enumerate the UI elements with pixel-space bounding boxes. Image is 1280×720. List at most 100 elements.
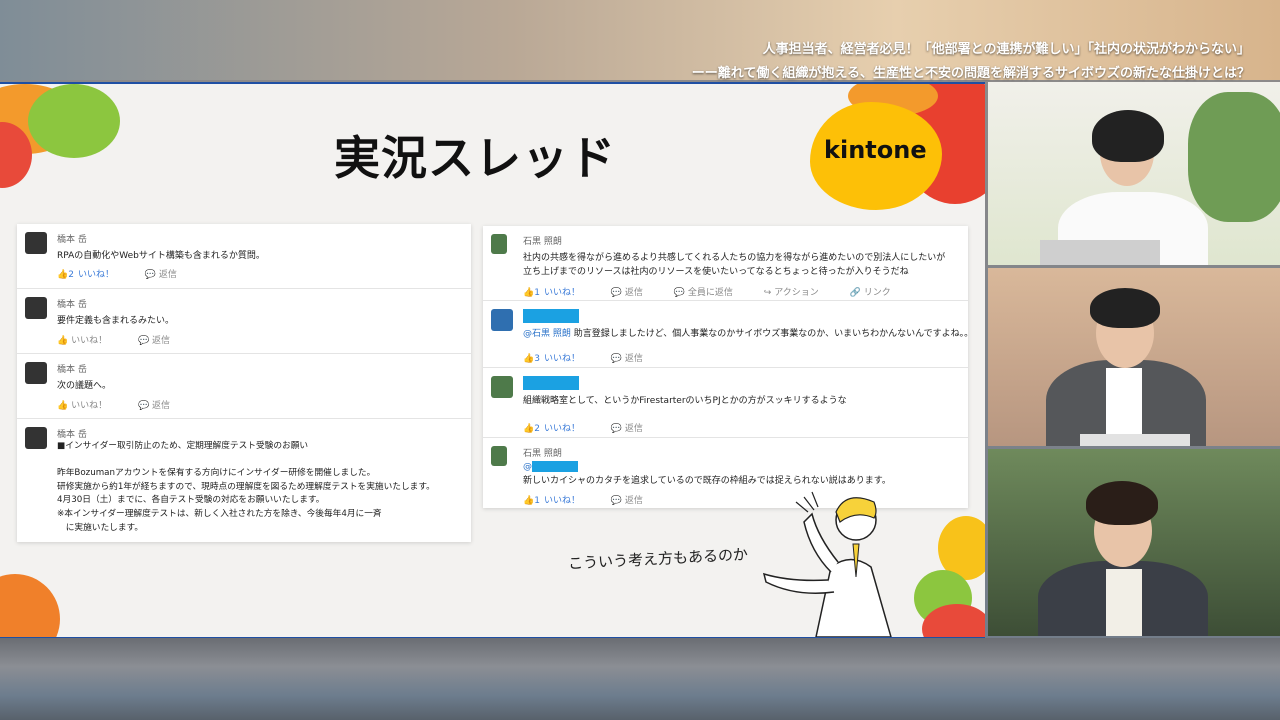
illustration-businessman <box>762 491 892 637</box>
like-button[interactable]: 👍1 いいね！ <box>523 496 594 506</box>
post-actions: 👍 いいね！ 💬 返信 <box>57 398 198 411</box>
link-label: リンク <box>863 288 891 298</box>
like-button[interactable]: 👍2 いいね！ <box>57 270 128 280</box>
thread-post: 組織戦略室として、というかFirestarterのいちPJとかの方がスッキリする… <box>483 368 968 438</box>
like-label: いいね！ <box>71 401 108 411</box>
action-label: アクション <box>774 288 819 298</box>
thread-card-right: 石黒 照朗 社内の共感を得ながら進めるより共感してくれる人たちの協力を得ながら進… <box>483 226 973 508</box>
thread-post: 橋本 岳 ■インサイダー取引防止のため、定期理解度テスト受験のお願い 昨年Boz… <box>17 419 471 542</box>
reply-button[interactable]: 💬 返信 <box>145 270 191 280</box>
avatar <box>25 427 47 449</box>
post-author: 石黒 照朗 <box>523 449 562 459</box>
post-text-body: 助言登録しましたけど、個人事業なのかサイボウズ事業なのか、いまいちわかんないんで… <box>570 329 974 339</box>
reply-all-label: 全員に返信 <box>687 288 733 298</box>
post-author: 橋本 岳 <box>57 365 87 375</box>
kintone-logo-text: kintone <box>824 136 927 164</box>
like-label: いいね！ <box>543 288 580 298</box>
thread-card-left: 橋本 岳 RPAの自動化やWebサイト構築も含まれるか質問。 👍2 いいね！ 💬 … <box>17 224 471 542</box>
link-button[interactable]: 🔗 リンク <box>850 288 905 298</box>
like-button[interactable]: 👍2 いいね！ <box>523 424 594 434</box>
reply-button[interactable]: 💬 返信 <box>611 354 657 364</box>
laptop <box>1080 434 1190 446</box>
like-button[interactable]: 👍1 いいね！ <box>523 288 594 298</box>
redacted-author <box>523 376 579 390</box>
post-author: 橋本 岳 <box>57 300 87 310</box>
like-count: 3 <box>534 354 540 364</box>
like-label: いいね！ <box>77 270 114 280</box>
thread-post: @石黒 照朗 助言登録しましたけど、個人事業なのかサイボウズ事業なのか、いまいち… <box>483 301 973 368</box>
thread-post: 石黒 照朗 社内の共感を得ながら進めるより共感してくれる人たちの協力を得ながら進… <box>483 226 968 301</box>
avatar <box>491 309 513 331</box>
slide-caption: こういう考え方もあるのか <box>567 545 749 573</box>
mention-link[interactable]: @石黒 照朗 <box>523 329 571 339</box>
redacted-mention <box>532 461 578 472</box>
broadcast-headline-line2: ーー離れて働く組織が抱える、生産性と不安の問題を解消するサイボウズの新たな仕掛け… <box>691 66 1250 81</box>
decorative-fruit-green <box>28 84 120 158</box>
post-actions: 👍 いいね！ 💬 返信 <box>57 333 198 346</box>
video-feed-speaker <box>988 268 1280 446</box>
post-text: 要件定義も含まれるみたい。 <box>57 316 175 326</box>
reply-button[interactable]: 💬 返信 <box>138 336 184 346</box>
reply-label: 返信 <box>158 270 177 280</box>
reply-button[interactable]: 💬 返信 <box>611 288 657 298</box>
reply-label: 返信 <box>152 336 171 346</box>
post-actions: 👍2 いいね！ 💬 返信 <box>523 421 671 434</box>
like-button[interactable]: 👍 いいね！ <box>57 401 121 411</box>
decorative-fruit-orange <box>0 574 60 637</box>
avatar <box>491 234 507 254</box>
slide-title: 実況スレッド <box>334 131 616 185</box>
post-author: 橋本 岳 <box>57 235 87 245</box>
like-label: いいね！ <box>543 354 580 364</box>
avatar <box>491 446 507 466</box>
post-author: 橋本 岳 <box>57 430 87 440</box>
like-count: 1 <box>534 496 540 506</box>
reply-button[interactable]: 💬 返信 <box>611 496 657 506</box>
video-feed-host <box>988 82 1280 265</box>
avatar <box>25 232 47 254</box>
post-text: ■インサイダー取引防止のため、定期理解度テスト受験のお願い 昨年Bozumanア… <box>57 441 435 533</box>
thread-post: 橋本 岳 要件定義も含まれるみたい。 👍 いいね！ 💬 返信 <box>17 289 471 354</box>
reply-label: 返信 <box>624 496 643 506</box>
mention-link[interactable]: @ <box>523 462 532 472</box>
reply-label: 返信 <box>624 354 643 364</box>
reply-label: 返信 <box>152 401 171 411</box>
like-count: 2 <box>534 424 540 434</box>
like-count: 1 <box>534 288 540 298</box>
person-shirt <box>1106 569 1142 636</box>
post-text: 組織戦略室として、というかFirestarterのいちPJとかの方がスッキリする… <box>523 396 847 406</box>
avatar <box>25 362 47 384</box>
person-hair <box>1086 481 1158 525</box>
like-button[interactable]: 👍3 いいね！ <box>523 354 594 364</box>
post-actions: 👍1 いいね！ 💬 返信 💬 全員に返信 ↪ アクション 🔗 リンク <box>523 285 919 298</box>
post-author: 石黒 照朗 <box>523 237 562 247</box>
thread-post: 橋本 岳 次の議題へ。 👍 いいね！ 💬 返信 <box>17 354 471 419</box>
reply-all-button[interactable]: 💬 全員に返信 <box>674 288 747 298</box>
thread-post: 橋本 岳 RPAの自動化やWebサイト構築も含まれるか質問。 👍2 いいね！ 💬 … <box>17 224 471 289</box>
like-label: いいね！ <box>543 496 580 506</box>
reply-label: 返信 <box>624 424 643 434</box>
action-button[interactable]: ↪ アクション <box>764 288 833 298</box>
studio-plant <box>1188 92 1280 222</box>
post-text: 次の議題へ。 <box>57 381 112 391</box>
reply-button[interactable]: 💬 返信 <box>138 401 184 411</box>
post-actions: 👍3 いいね！ 💬 返信 <box>523 351 671 364</box>
post-text: RPAの自動化やWebサイト構築も含まれるか質問。 <box>57 251 265 261</box>
stage-floor-reflection <box>0 638 1280 720</box>
post-actions: 👍1 いいね！ 💬 返信 <box>523 493 671 506</box>
post-actions: 👍2 いいね！ 💬 返信 <box>57 267 205 280</box>
broadcast-headline-line1: 人事担当者、経営者必見！「他部署との連携が難しい」「社内の状況がわからない」 <box>762 42 1250 57</box>
presentation-slide: 実況スレッド kintone 橋本 岳 RPAの自動化やWebサイト構築も含まれ… <box>0 82 985 639</box>
video-feed-guest <box>988 449 1280 636</box>
reply-label: 返信 <box>624 288 643 298</box>
person-hair <box>1090 288 1160 328</box>
like-button[interactable]: 👍 いいね！ <box>57 336 121 346</box>
like-count: 2 <box>68 270 74 280</box>
laptop <box>1040 240 1160 265</box>
post-text: 社内の共感を得ながら進めるより共感してくれる人たちの協力を得ながら進めたいので別… <box>523 253 946 277</box>
kintone-logo: kintone <box>810 102 942 210</box>
like-label: いいね！ <box>543 424 580 434</box>
reply-button[interactable]: 💬 返信 <box>611 424 657 434</box>
avatar <box>491 376 513 398</box>
redacted-author <box>523 309 579 323</box>
post-text: @石黒 照朗 助言登録しましたけど、個人事業なのかサイボウズ事業なのか、いまいち… <box>523 327 973 341</box>
